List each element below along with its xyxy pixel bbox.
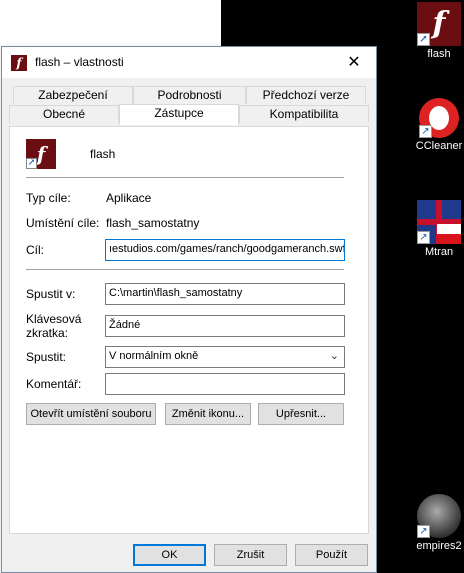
- window-title: flash – vlastnosti: [35, 55, 124, 69]
- desktop-icon-label: empires2: [416, 540, 462, 552]
- run-mode-select[interactable]: V normálním okně ⌄: [105, 346, 345, 368]
- comment-label: Komentář:: [26, 377, 82, 391]
- desktop-icon-flash[interactable]: f ↗ flash: [409, 2, 464, 60]
- hotkey-field[interactable]: Žádné: [105, 315, 345, 337]
- close-button[interactable]: ✕: [332, 47, 376, 78]
- knight-icon: ↗: [417, 494, 461, 538]
- start-in-label: Spustit v:: [26, 287, 76, 301]
- shortcut-name: flash: [90, 147, 116, 161]
- start-in-field[interactable]: C:\martin\flash_samostatny: [105, 283, 345, 305]
- tab-predchozi-verze[interactable]: Předchozí verze: [246, 86, 366, 104]
- target-type-label: Typ cíle:: [26, 191, 71, 205]
- title-bar[interactable]: f flash – vlastnosti ✕: [2, 47, 376, 78]
- shortcut-arrow-icon: ↗: [417, 525, 430, 538]
- properties-dialog: f flash – vlastnosti ✕ Zabezpečení Podro…: [1, 46, 377, 573]
- flash-icon: f ↗: [417, 2, 461, 46]
- target-type-value: Aplikace: [106, 191, 152, 205]
- desktop-icon-label: Mtran: [424, 246, 454, 258]
- tab-kompatibilita[interactable]: Kompatibilita: [239, 105, 369, 123]
- target-location-label: Umístění cíle:: [26, 216, 100, 230]
- tab-obecne[interactable]: Obecné: [9, 105, 119, 123]
- tab-zastupce[interactable]: Zástupce: [119, 104, 239, 125]
- desktop-icon-ccleaner[interactable]: ↗ CCleaner: [409, 98, 464, 152]
- shortcut-arrow-icon: ↗: [417, 33, 430, 46]
- tab-strip: Zabezpečení Podrobnosti Předchozí verze …: [9, 86, 369, 126]
- desktop-icon-mtran[interactable]: ↗ Mtran: [409, 200, 464, 258]
- shortcut-panel: f ↗ flash Typ cíle: Aplikace Umístění cíl…: [9, 126, 369, 534]
- flash-icon: f: [11, 55, 27, 71]
- target-location-value: flash_samostatny: [106, 216, 200, 230]
- hotkey-label-line2: zkratka:: [26, 326, 69, 340]
- ok-button[interactable]: OK: [133, 544, 206, 566]
- desktop-icon-empires2[interactable]: ↗ empires2: [409, 494, 464, 552]
- advanced-button[interactable]: Upřesnit...: [258, 403, 344, 425]
- change-icon-button[interactable]: Změnit ikonu...: [165, 403, 251, 425]
- run-mode-value: V normálním okně: [109, 350, 199, 362]
- shortcut-arrow-icon: ↗: [417, 231, 430, 244]
- desktop-icon-label: CCleaner: [415, 140, 463, 152]
- flag-icon: ↗: [417, 200, 461, 244]
- run-label: Spustit:: [26, 350, 67, 364]
- comment-field[interactable]: [105, 373, 345, 395]
- target-field[interactable]: ıestudios.com/games/ranch/goodgameranch.…: [105, 239, 345, 261]
- tab-podrobnosti[interactable]: Podrobnosti: [133, 86, 246, 104]
- open-location-button[interactable]: Otevřít umístění souboru: [26, 403, 156, 425]
- desktop-icon-label: flash: [427, 48, 451, 60]
- divider: [26, 269, 344, 270]
- target-label: Cíl:: [26, 243, 44, 257]
- shortcut-arrow-icon: ↗: [26, 158, 37, 169]
- hotkey-label-line1: Klávesová: [26, 312, 82, 326]
- chevron-down-icon: ⌄: [329, 350, 339, 362]
- flash-icon: f ↗: [26, 139, 56, 169]
- tab-zabezpeceni[interactable]: Zabezpečení: [13, 86, 133, 104]
- shortcut-arrow-icon: ↗: [419, 125, 432, 138]
- apply-button[interactable]: Použít: [295, 544, 368, 566]
- divider: [26, 177, 344, 178]
- cancel-button[interactable]: Zrušit: [214, 544, 287, 566]
- ccleaner-icon: ↗: [419, 98, 459, 138]
